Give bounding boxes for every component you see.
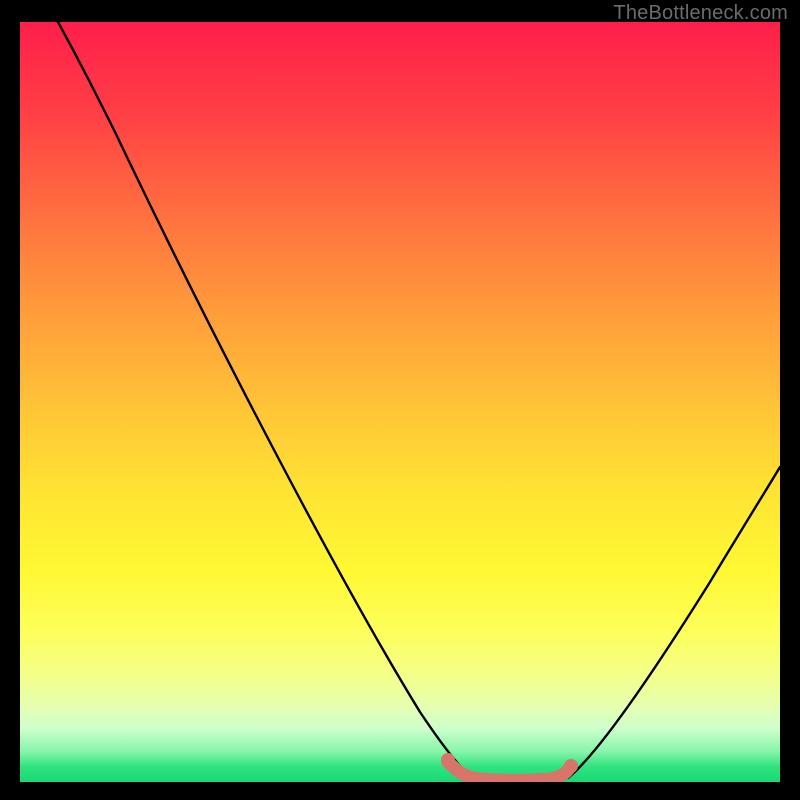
bottleneck-curve-left [58, 22, 468, 774]
optimal-zone-highlight [448, 762, 571, 781]
curve-layer [20, 22, 780, 782]
bottleneck-curve-right [568, 467, 780, 778]
highlight-dot-left [441, 753, 455, 767]
plot-area [20, 22, 780, 782]
highlight-dot-right [564, 759, 578, 773]
chart-frame: TheBottleneck.com [0, 0, 800, 800]
